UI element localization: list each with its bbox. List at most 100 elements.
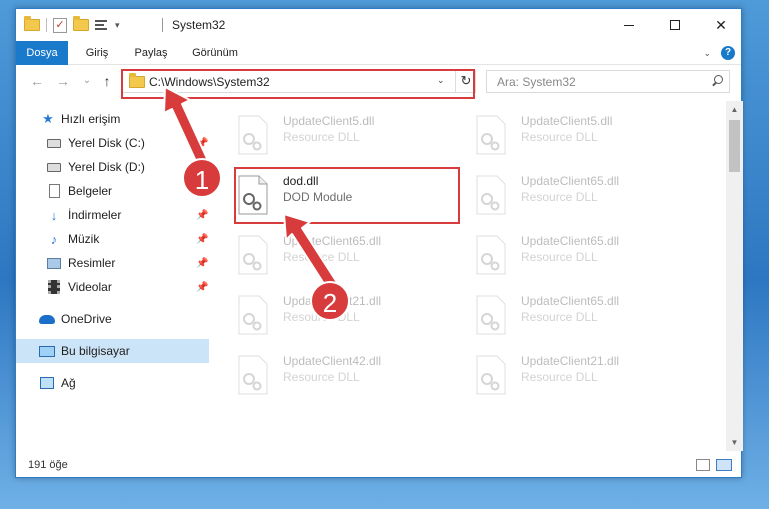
vertical-scrollbar[interactable]: ▲ ▼ xyxy=(726,101,743,451)
tab-file[interactable]: Dosya xyxy=(16,41,68,65)
pin-icon: 📌 xyxy=(196,281,209,293)
file-description: Resource DLL xyxy=(283,370,360,384)
minimize-icon xyxy=(624,24,634,26)
item-count: 191 öğe xyxy=(28,459,68,471)
sidebar-item-this-pc[interactable]: Bu bilgisayar xyxy=(16,339,209,363)
file-item[interactable]: UpdateClient65.dll Resource DLL xyxy=(459,225,679,277)
sidebar-item-pictures[interactable]: Resimler 📌 xyxy=(16,251,209,275)
file-name: UpdateClient65.dll xyxy=(521,294,620,308)
download-icon: ↓ xyxy=(50,207,58,223)
quick-access-toolbar: ✓ ▾ xyxy=(24,16,120,33)
forward-button[interactable]: → xyxy=(54,72,72,90)
expand-ribbon-icon[interactable]: ⌄ xyxy=(703,48,711,59)
up-button[interactable]: ↑ xyxy=(98,72,116,90)
minimize-button[interactable] xyxy=(606,9,652,41)
sidebar-item-label: Videolar xyxy=(68,280,112,294)
file-item[interactable]: UpdateClient65.dll Resource DLL xyxy=(459,165,679,217)
chevron-down-icon[interactable]: ▾ xyxy=(115,20,120,31)
dll-file-icon xyxy=(476,295,506,335)
dll-file-icon xyxy=(476,115,506,155)
search-box[interactable]: Ara: System32 xyxy=(486,70,730,93)
file-list: UpdateClient5.dll Resource DLL UpdateCli… xyxy=(221,101,726,451)
file-description: Resource DLL xyxy=(521,310,598,324)
tab-home[interactable]: Giriş xyxy=(74,41,120,65)
video-icon xyxy=(46,279,62,295)
status-bar: 191 öğe xyxy=(16,455,741,477)
sidebar-item-label: Resimler xyxy=(68,256,116,270)
file-item[interactable]: UpdateClient5.dll Resource DLL xyxy=(221,105,441,157)
pictures-icon xyxy=(46,255,62,271)
dll-file-icon xyxy=(476,235,506,275)
tab-view[interactable]: Görünüm xyxy=(184,41,246,65)
file-description: Resource DLL xyxy=(521,370,598,384)
pin-icon: 📌 xyxy=(196,233,209,245)
dll-file-icon xyxy=(238,235,268,275)
sidebar-item-videos[interactable]: Videolar 📌 xyxy=(16,275,209,299)
sidebar-item-onedrive[interactable]: OneDrive xyxy=(16,307,209,331)
sidebar-item-label: Bu bilgisayar xyxy=(61,344,130,358)
file-item[interactable]: UpdateClient21.dll Resource DLL xyxy=(459,345,679,397)
music-icon: ♪ xyxy=(50,231,58,247)
help-icon[interactable]: ? xyxy=(721,46,735,60)
sidebar-item-downloads[interactable]: ↓ İndirmeler 📌 xyxy=(16,203,209,227)
disk-icon xyxy=(46,159,62,175)
sidebar-item-local-disk-d[interactable]: Yerel Disk (D:) xyxy=(16,155,209,179)
dll-file-icon xyxy=(238,295,268,335)
pin-icon: 📌 xyxy=(196,137,209,149)
file-item[interactable]: UpdateClient65.dll Resource DLL xyxy=(459,285,679,337)
sidebar-item-label: Ağ xyxy=(61,376,76,390)
file-item[interactable]: UpdateClient65.dll Resource DLL xyxy=(221,225,441,277)
dll-file-icon xyxy=(238,115,268,155)
file-description: Resource DLL xyxy=(521,130,598,144)
customize-toolbar-icon[interactable] xyxy=(95,18,109,32)
new-folder-icon[interactable] xyxy=(73,16,89,31)
address-bar-highlight xyxy=(121,69,475,99)
dll-file-icon xyxy=(476,175,506,215)
scroll-down-icon[interactable]: ▼ xyxy=(726,434,743,451)
properties-check-icon[interactable]: ✓ xyxy=(53,17,67,33)
maximize-button[interactable] xyxy=(652,9,698,41)
title-bar: ✓ ▾ System32 ✕ xyxy=(16,9,741,41)
maximize-icon xyxy=(670,20,680,30)
navigation-pane: ★ Hızlı erişim Yerel Disk (C:) 📌 Yerel D… xyxy=(16,101,211,451)
window-title: System32 xyxy=(172,18,226,32)
file-description: Resource DLL xyxy=(521,250,598,264)
file-name: UpdateClient42.dll xyxy=(283,354,382,368)
sidebar-item-network[interactable]: Ağ xyxy=(16,371,209,395)
back-button[interactable]: ← xyxy=(28,72,46,90)
sidebar-item-label: Yerel Disk (D:) xyxy=(68,160,145,174)
recent-locations-button[interactable]: ⌄ xyxy=(78,72,96,90)
sidebar-item-label: Belgeler xyxy=(68,184,113,198)
close-button[interactable]: ✕ xyxy=(698,9,744,41)
large-icons-view-icon[interactable] xyxy=(716,459,732,471)
pin-icon: 📌 xyxy=(196,257,209,269)
tab-share[interactable]: Paylaş xyxy=(124,41,178,65)
file-item[interactable]: UpdateClient42.dll Resource DLL xyxy=(221,345,441,397)
file-description: Resource DLL xyxy=(283,130,360,144)
details-view-icon[interactable] xyxy=(696,459,710,471)
file-description: Resource DLL xyxy=(283,250,360,264)
sidebar-item-quick-access[interactable]: ★ Hızlı erişim xyxy=(16,107,209,131)
sidebar-item-label: İndirmeler xyxy=(68,208,122,222)
network-icon xyxy=(39,375,55,391)
file-name: UpdateClient65.dll xyxy=(283,234,382,248)
file-name: UpdateClient65.dll xyxy=(521,174,620,188)
sidebar-item-music[interactable]: ♪ Müzik 📌 xyxy=(16,227,209,251)
file-name: UpdateClient5.dll xyxy=(521,114,613,128)
folder-icon[interactable] xyxy=(24,16,40,31)
step-2-badge: 2 xyxy=(310,281,350,321)
sidebar-item-documents[interactable]: Belgeler 📌 xyxy=(16,179,209,203)
scroll-thumb[interactable] xyxy=(729,120,740,172)
sidebar-item-label: Müzik xyxy=(68,232,100,246)
file-item[interactable]: UpdateClient5.dll Resource DLL xyxy=(459,105,679,157)
pin-icon: 📌 xyxy=(196,209,209,221)
scroll-up-icon[interactable]: ▲ xyxy=(726,101,743,118)
ribbon-controls: ⌄ ? xyxy=(703,46,735,60)
dll-file-icon xyxy=(476,355,506,395)
sidebar-item-label: Yerel Disk (C:) xyxy=(68,136,145,150)
sidebar-item-local-disk-c[interactable]: Yerel Disk (C:) 📌 xyxy=(16,131,209,155)
search-placeholder[interactable]: Ara: System32 xyxy=(497,75,576,89)
document-icon xyxy=(46,183,62,199)
file-name: UpdateClient5.dll xyxy=(283,114,375,128)
dll-file-icon xyxy=(238,355,268,395)
